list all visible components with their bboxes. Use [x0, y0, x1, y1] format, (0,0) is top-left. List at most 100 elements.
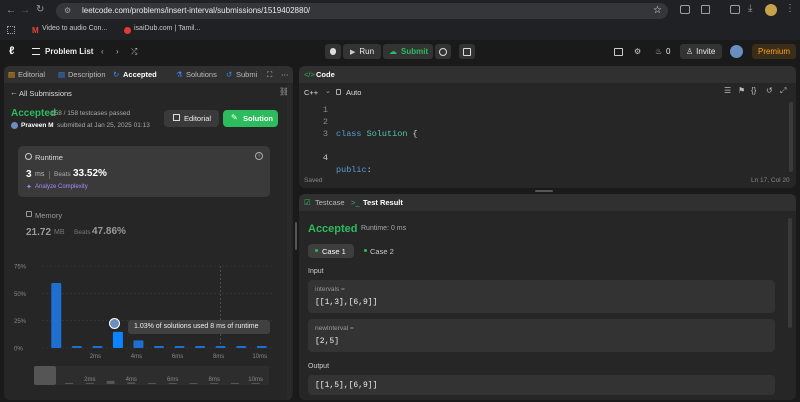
tab-test-result[interactable]: Test Result: [363, 198, 403, 207]
overview-tick-label: 2ms: [84, 377, 95, 383]
all-submissions-link[interactable]: All Submissions: [19, 89, 72, 98]
x-tick-label: 10ms: [252, 354, 267, 360]
back-arrow-icon[interactable]: ←: [10, 88, 18, 97]
language-select[interactable]: C++: [304, 88, 318, 97]
profile-avatar[interactable]: [765, 4, 777, 16]
invite-button[interactable]: ♙ Invite: [680, 44, 722, 59]
submit-button[interactable]: ☁ Submit: [383, 44, 433, 59]
sidepanel-icon[interactable]: [730, 5, 740, 14]
left-scrollbar[interactable]: [287, 84, 291, 400]
extension-icon[interactable]: [680, 5, 690, 14]
fire-icon[interactable]: ♨: [655, 47, 662, 56]
puzzle-icon[interactable]: [701, 5, 710, 14]
clock-icon: [25, 153, 32, 160]
output-field: [[1,5],[6,9]]: [308, 375, 775, 395]
terminal-icon: >_: [351, 198, 360, 207]
output-value: [[1,5],[6,9]]: [315, 381, 378, 390]
editorial-button[interactable]: Editorial: [164, 110, 219, 127]
sparkle-icon: ✦: [26, 184, 32, 191]
line-number: 2: [322, 117, 328, 127]
settings-icon[interactable]: ⚙: [634, 47, 641, 56]
result-scrollbar[interactable]: [788, 218, 792, 328]
author-name[interactable]: Praveen M: [21, 122, 54, 129]
format-icon[interactable]: ☰: [724, 86, 731, 95]
user-avatar[interactable]: [730, 45, 743, 58]
bookmark-video-to-audio[interactable]: Video to audio Con...: [42, 25, 107, 32]
expand-icon[interactable]: ⤢: [780, 86, 786, 96]
problem-list-link[interactable]: Problem List: [45, 47, 93, 56]
tab-description[interactable]: Description: [68, 70, 106, 79]
description-tab-icon: ▤: [58, 70, 66, 79]
overview-bar: [189, 383, 198, 384]
line-number: 4: [322, 153, 328, 163]
run-label: Run: [359, 47, 375, 56]
case-2-tab[interactable]: Case 2: [359, 244, 405, 258]
result-tabbar: ☑ Testcase >_ Test Result: [299, 194, 796, 211]
overview-bar: [210, 383, 219, 384]
vertical-splitter[interactable]: [295, 222, 297, 250]
chart-overview[interactable]: 2ms 4ms 6ms 8ms 10ms: [34, 366, 269, 385]
x-tick-label: 8ms: [213, 354, 224, 360]
case-2-label: Case 2: [370, 247, 394, 256]
tab-testcase[interactable]: Testcase: [315, 198, 345, 207]
menu-icon[interactable]: ⋮: [785, 3, 795, 14]
runtime-card[interactable]: Runtime i 3 ms Beats 33.52% ✦ Analyze Co…: [18, 146, 270, 197]
case-dot-icon: [315, 249, 318, 252]
site-info-icon[interactable]: ⚙: [64, 6, 71, 15]
browser-chrome: ← → ↻ ⚙ leetcode.com/problems/insert-int…: [0, 0, 800, 40]
star-icon[interactable]: ☆: [653, 5, 662, 16]
run-button[interactable]: ▶ Run: [343, 44, 381, 59]
author-avatar: [11, 122, 18, 129]
tab-submissions[interactable]: Submi: [236, 70, 257, 79]
more-icon[interactable]: ⋯: [281, 70, 289, 79]
memory-beats: 47.86%: [92, 226, 126, 237]
tab-accepted[interactable]: Accepted: [123, 70, 157, 79]
new-interval-field: newInterval = [2,5]: [308, 319, 775, 352]
case-1-tab[interactable]: Case 1: [308, 244, 354, 258]
brackets-icon[interactable]: {}: [751, 86, 756, 95]
solution-button[interactable]: ✎ Solution: [223, 110, 278, 127]
analyze-complexity-link[interactable]: Analyze Complexity: [35, 184, 88, 190]
result-status: Accepted: [308, 223, 358, 235]
tab-solutions[interactable]: Solutions: [186, 70, 217, 79]
add-user-icon: ♙: [686, 47, 694, 56]
forward-icon[interactable]: →: [20, 5, 30, 16]
intervals-value: [[1,3],[6,9]]: [315, 298, 378, 307]
chart-bar: [256, 346, 267, 348]
layout-icon[interactable]: [614, 48, 623, 56]
cursor-position: Ln 17, Col 20: [751, 177, 790, 184]
info-icon[interactable]: i: [255, 152, 263, 160]
next-problem-icon[interactable]: ›: [116, 47, 119, 56]
leetcode-logo-icon[interactable]: ℓ: [9, 45, 14, 57]
chart-bar: [174, 346, 185, 348]
reload-icon[interactable]: ↻: [36, 4, 44, 15]
code-scrollbar[interactable]: [789, 102, 793, 172]
code-editor[interactable]: class Solution { public: vector<vector<i…: [336, 104, 791, 188]
tab-editorial[interactable]: Editorial: [18, 70, 45, 79]
accepted-tab-icon: ↻: [113, 70, 120, 79]
back-icon[interactable]: ←: [6, 5, 16, 16]
apps-icon[interactable]: [7, 26, 15, 34]
horizontal-splitter[interactable]: [535, 190, 553, 192]
bookmark-isaidub[interactable]: isaiDub.com | Tamil...: [134, 25, 200, 32]
chart-bar: [133, 340, 144, 348]
premium-button[interactable]: Premium: [752, 44, 796, 59]
overview-handle[interactable]: [34, 366, 56, 385]
shuffle-icon[interactable]: ⤮: [131, 47, 137, 57]
prev-problem-icon[interactable]: ‹: [101, 47, 104, 56]
download-icon[interactable]: ⤓: [748, 3, 752, 14]
reset-icon[interactable]: ↺: [766, 86, 773, 95]
x-tick-label: 2ms: [90, 354, 101, 360]
chart-bar: [236, 346, 247, 348]
mode-label[interactable]: Auto: [346, 88, 361, 97]
bookmark-icon[interactable]: ⚑: [738, 86, 745, 95]
address-bar[interactable]: ⚙ leetcode.com/problems/insert-interval/…: [56, 3, 668, 19]
code-panel: </> Code C++ ⌄ Auto ☰ ⚑ {} ↺ ⤢ 1 2 3 4 c…: [299, 66, 796, 188]
runtime-value: 3: [26, 169, 32, 180]
overview-tick-label: 8ms: [209, 377, 220, 383]
maximize-icon[interactable]: ⛶: [267, 70, 272, 80]
output-label: Output: [308, 363, 330, 370]
chevron-down-icon[interactable]: ⌄: [325, 87, 331, 95]
overview-bar: [230, 383, 239, 384]
code-icon: </>: [304, 70, 315, 79]
